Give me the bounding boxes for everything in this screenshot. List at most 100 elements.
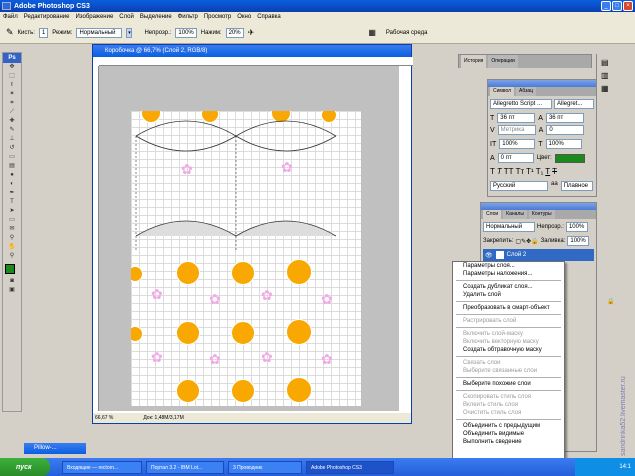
healing-tool-icon[interactable]: ✚ — [3, 117, 21, 126]
context-menu-item[interactable]: Преобразовать в смарт-объект — [453, 304, 564, 312]
superscript-button[interactable]: T¹ — [526, 167, 534, 176]
faux-italic-button[interactable]: T — [497, 167, 502, 176]
pen-tool-icon[interactable]: ✒ — [3, 189, 21, 198]
tab-channels[interactable]: Каналы — [503, 210, 527, 219]
mode-select[interactable]: Нормальный — [76, 27, 123, 38]
zoom-level[interactable]: 66,67 % — [95, 413, 113, 423]
maximize-button[interactable]: □ — [612, 1, 622, 11]
hand-tool-icon[interactable]: ✋ — [3, 243, 21, 252]
menu-image[interactable]: Изображение — [75, 14, 113, 20]
slice-tool-icon[interactable]: ⟋ — [3, 108, 21, 117]
horizontal-scale-field[interactable]: 100% — [545, 139, 582, 149]
baseline-shift-field[interactable]: 0 пт — [497, 153, 534, 163]
text-color-swatch[interactable] — [554, 153, 585, 163]
menu-view[interactable]: Просмотр — [204, 14, 231, 20]
strikethrough-button[interactable]: T — [552, 167, 557, 176]
dodge-tool-icon[interactable]: ◐ — [3, 180, 21, 189]
menu-select[interactable]: Выделение — [140, 14, 172, 20]
tab-character[interactable]: Символ — [490, 87, 515, 96]
font-size-field[interactable]: 36 пт — [497, 113, 536, 123]
taskbar-item[interactable]: Портал 3.2 - IBM Lot... — [146, 460, 224, 474]
flow-field[interactable]: 20% — [225, 27, 244, 38]
path-select-icon[interactable]: ➤ — [3, 207, 21, 216]
brush-tool-icon[interactable]: ✎ — [6, 27, 14, 38]
layer-row-selected[interactable]: 👁 Слой 2 — [483, 249, 594, 261]
font-style-select[interactable]: Allegret... — [554, 99, 594, 109]
minimize-button[interactable]: _ — [601, 1, 611, 11]
tab-history[interactable]: История — [461, 55, 487, 68]
blur-tool-icon[interactable]: ● — [3, 171, 21, 180]
context-menu-item[interactable]: Объединить видимые — [453, 430, 564, 438]
context-menu-item[interactable]: Создать дубликат слоя... — [453, 283, 564, 291]
canvas-area[interactable]: ✿ ✿ ✿ ✿ ✿ ✿ ✿ ✿ ✿ ✿ — [99, 66, 399, 411]
shape-tool-icon[interactable]: ▭ — [3, 216, 21, 225]
language-select[interactable]: Русский — [490, 181, 548, 191]
foreground-color-swatch[interactable] — [5, 264, 15, 274]
vertical-scale-field[interactable]: 100% — [499, 139, 536, 149]
kerning-field[interactable]: Метрика — [497, 125, 536, 135]
lock-icon[interactable]: ▢✎✥🔒 — [515, 238, 538, 245]
mode-chevron-down-icon[interactable]: ▾ — [126, 27, 133, 38]
minimized-document[interactable]: Pillow-... — [24, 443, 86, 454]
context-menu-item[interactable]: Создать обтравочную маску — [453, 346, 564, 354]
tracking-field[interactable]: 0 — [546, 125, 585, 135]
screen-mode-icon[interactable]: ▣ — [3, 286, 21, 295]
canvas-paper[interactable]: ✿ ✿ ✿ ✿ ✿ ✿ ✿ ✿ ✿ ✿ — [131, 111, 361, 406]
small-caps-button[interactable]: Tт — [516, 167, 525, 176]
blend-mode-select[interactable]: Нормальный — [483, 222, 535, 232]
brush-tool-icon-2[interactable]: ✎ — [3, 126, 21, 135]
notes-tool-icon[interactable]: ✉ — [3, 225, 21, 234]
taskbar-item-active[interactable]: Adobe Photoshop CS3 — [306, 460, 394, 474]
crop-tool-icon[interactable]: ⌗ — [3, 99, 21, 108]
lasso-tool-icon[interactable]: ℓ — [3, 81, 21, 90]
tab-paragraph[interactable]: Абзац — [516, 87, 537, 96]
close-button[interactable]: × — [623, 1, 633, 11]
panel-grip-icon[interactable]: ▤ — [601, 58, 631, 67]
menu-help[interactable]: Справка — [257, 14, 281, 20]
airbrush-icon[interactable]: ✈ — [248, 28, 255, 37]
subscript-button[interactable]: T₁ — [536, 167, 544, 176]
font-family-select[interactable]: Allegretto Script ... — [490, 99, 552, 109]
eraser-tool-icon[interactable]: ▭ — [3, 153, 21, 162]
underline-button[interactable]: T — [545, 167, 550, 176]
tab-actions[interactable]: Операции — [488, 55, 518, 68]
palette-well-icon[interactable]: ▦ — [368, 28, 376, 37]
magic-wand-tool-icon[interactable]: ✶ — [3, 90, 21, 99]
workspace-label[interactable]: Рабочая среда — [386, 30, 428, 36]
start-button[interactable]: пуск — [0, 458, 50, 476]
opacity-field[interactable]: 100% — [175, 27, 197, 38]
context-menu-item[interactable]: Выполнить сведение — [453, 438, 564, 446]
menu-file[interactable]: Файл — [3, 14, 18, 20]
eye-icon[interactable]: 👁 — [485, 252, 493, 259]
tab-paths[interactable]: Контуры — [528, 210, 555, 219]
move-tool-icon[interactable]: ✥ — [3, 63, 21, 72]
type-tool-icon[interactable]: T — [3, 198, 21, 207]
layer-name[interactable]: Слой 2 — [507, 252, 527, 258]
doc-info[interactable]: Док: 1,48M/3,17M — [143, 413, 183, 423]
context-menu-item[interactable]: Параметры наложения... — [453, 270, 564, 278]
context-menu-item[interactable]: Объединить с предыдущим — [453, 422, 564, 430]
panel-grip-icon[interactable]: ▦ — [601, 84, 631, 93]
zoom-tool-icon[interactable]: ⚲ — [3, 252, 21, 261]
taskbar-item[interactable]: 3 Проводник — [228, 460, 302, 474]
history-brush-icon[interactable]: ↺ — [3, 144, 21, 153]
menu-filter[interactable]: Фильтр — [178, 14, 198, 20]
anti-alias-select[interactable]: Плавное — [560, 181, 593, 191]
all-caps-button[interactable]: TT — [504, 167, 514, 176]
marquee-tool-icon[interactable]: ⬚ — [3, 72, 21, 81]
tab-layers[interactable]: Слои — [483, 210, 502, 219]
quick-mask-icon[interactable]: ◙ — [3, 277, 21, 286]
taskbar-item[interactable]: Входящие — rectorn... — [62, 460, 142, 474]
stamp-tool-icon[interactable]: ⊥ — [3, 135, 21, 144]
faux-bold-button[interactable]: T — [490, 167, 495, 176]
panel-grip-icon[interactable]: ▥ — [601, 71, 631, 80]
gradient-tool-icon[interactable]: ▤ — [3, 162, 21, 171]
menu-edit[interactable]: Редактирование — [24, 14, 70, 20]
layer-opacity-field[interactable]: 100% — [565, 222, 588, 232]
fill-field[interactable]: 100% — [567, 236, 590, 246]
context-menu-item[interactable]: Параметры слоя... — [453, 262, 564, 270]
menu-window[interactable]: Окно — [237, 14, 251, 20]
menu-layer[interactable]: Слой — [119, 14, 134, 20]
context-menu-item[interactable]: Выберите похожие слои — [453, 380, 564, 388]
leading-field[interactable]: 36 пт — [545, 113, 584, 123]
